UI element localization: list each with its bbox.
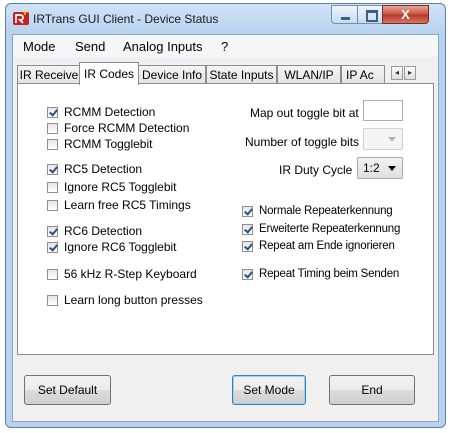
checkbox-box[interactable] [47,225,58,237]
title-bar[interactable]: IRTrans GUI Client - Device Status X [6,4,445,34]
duty-cycle-select[interactable]: 1:2 [357,157,403,179]
tab-scroll-left-button[interactable]: ◂ [391,66,403,80]
duty-cycle-value: 1:2 [363,161,380,175]
close-icon: X [401,7,410,22]
checkbox-label: Normale Repeaterkennung [259,205,393,217]
force-rcmm-detection-checkbox[interactable]: Force RCMM Detection [47,121,189,135]
checkbox-label: Learn free RC5 Timings [64,198,191,212]
map-toggle-label: Map out toggle bit at [250,106,359,120]
maximize-button[interactable] [357,5,383,24]
menu-send[interactable]: Send [75,39,105,54]
tab-ip-access[interactable]: IP Ac [341,65,385,84]
app-window: IRTrans GUI Client - Device Status X Mod… [5,3,446,428]
tab-state-inputs[interactable]: State Inputs [206,65,277,84]
window-title: IRTrans GUI Client - Device Status [33,12,219,26]
checkbox-label: Erweiterte Repeaterkennung [259,223,401,235]
checkbox-box[interactable] [242,223,253,235]
chevron-down-icon [388,166,396,171]
checkbox-label: Learn long button presses [64,293,203,307]
checkbox-box[interactable] [47,294,58,306]
ir-codes-panel: RCMM Detection Force RCMM Detection RCMM… [17,83,434,355]
num-toggle-bits-select[interactable] [363,128,403,150]
rc6-detection-checkbox[interactable]: RC6 Detection [47,224,142,238]
menu-mode[interactable]: Mode [23,39,56,54]
repeat-timing-beim-senden-checkbox[interactable]: Repeat Timing beim Senden [242,267,399,281]
tab-device-info[interactable]: Device Info [138,65,206,84]
checkbox-label: RCMM Detection [64,105,156,119]
end-button[interactable]: End [329,375,415,405]
menu-bar: Mode Send Analog Inputs ? [13,35,438,57]
checkbox-box[interactable] [47,241,58,253]
rcmm-togglebit-checkbox[interactable]: RCMM Togglebit [47,137,152,151]
ignore-rc5-togglebit-checkbox[interactable]: Ignore RC5 Togglebit [47,180,177,194]
checkbox-box[interactable] [242,240,253,252]
56khz-r-step-keyboard-checkbox[interactable]: 56 kHz R-Step Keyboard [47,267,197,281]
tab-ir-receive[interactable]: IR Receive [17,65,81,84]
rcmm-detection-checkbox[interactable]: RCMM Detection [47,105,155,119]
num-toggle-bits-label: Number of toggle bits [245,135,360,149]
checkbox-label: Repeat Timing beim Senden [259,268,400,280]
checkbox-label: Force RCMM Detection [64,121,190,135]
repeat-am-ende-ignorieren-checkbox[interactable]: Repeat am Ende ignorieren [242,239,395,253]
checkbox-box[interactable] [47,138,58,150]
learn-free-rc5-timings-checkbox[interactable]: Learn free RC5 Timings [47,198,191,212]
tab-ir-codes[interactable]: IR Codes [79,62,139,85]
map-toggle-input[interactable] [363,100,403,121]
chevron-down-icon [388,137,396,142]
checkbox-label: RCMM Togglebit [64,137,153,151]
checkbox-box[interactable] [47,106,58,118]
minimize-icon [341,17,350,20]
normale-repeaterkennung-checkbox[interactable]: Normale Repeaterkennung [242,204,393,218]
duty-cycle-label: IR Duty Cycle [279,163,353,177]
checkbox-label: Ignore RC5 Togglebit [64,180,177,194]
checkbox-box[interactable] [47,268,58,280]
checkbox-label: RC5 Detection [64,162,143,176]
rc5-detection-checkbox[interactable]: RC5 Detection [47,162,142,176]
checkbox-box[interactable] [242,205,253,217]
checkbox-box[interactable] [47,163,58,175]
checkbox-label: RC6 Detection [64,224,143,238]
set-default-button[interactable]: Set Default [24,375,111,405]
menu-help[interactable]: ? [221,39,228,54]
checkbox-box[interactable] [47,122,58,134]
close-button[interactable]: X [382,5,429,24]
ignore-rc6-togglebit-checkbox[interactable]: Ignore RC6 Togglebit [47,240,177,254]
checkbox-box[interactable] [242,268,253,280]
client-area: Mode Send Analog Inputs ? IR Receive IR … [12,34,439,422]
tab-wlan-ip[interactable]: WLAN/IP [277,65,341,84]
set-mode-button[interactable]: Set Mode [232,375,306,405]
erweiterte-repeaterkennung-checkbox[interactable]: Erweiterte Repeaterkennung [242,222,400,236]
irtrans-app-icon [13,11,29,25]
checkbox-box[interactable] [47,199,58,211]
learn-long-button-presses-checkbox[interactable]: Learn long button presses [47,293,203,307]
tab-scroll-right-button[interactable]: ▸ [404,66,416,80]
checkbox-label: Repeat am Ende ignorieren [259,240,395,252]
checkbox-label: 56 kHz R-Step Keyboard [64,267,197,281]
minimize-button[interactable] [331,5,358,24]
checkbox-box[interactable] [47,181,58,193]
menu-analog-inputs[interactable]: Analog Inputs [123,39,203,54]
tab-strip: IR Receive IR Codes Device Info State In… [13,62,438,85]
checkbox-label: Ignore RC6 Togglebit [64,240,177,254]
maximize-icon [366,10,378,22]
